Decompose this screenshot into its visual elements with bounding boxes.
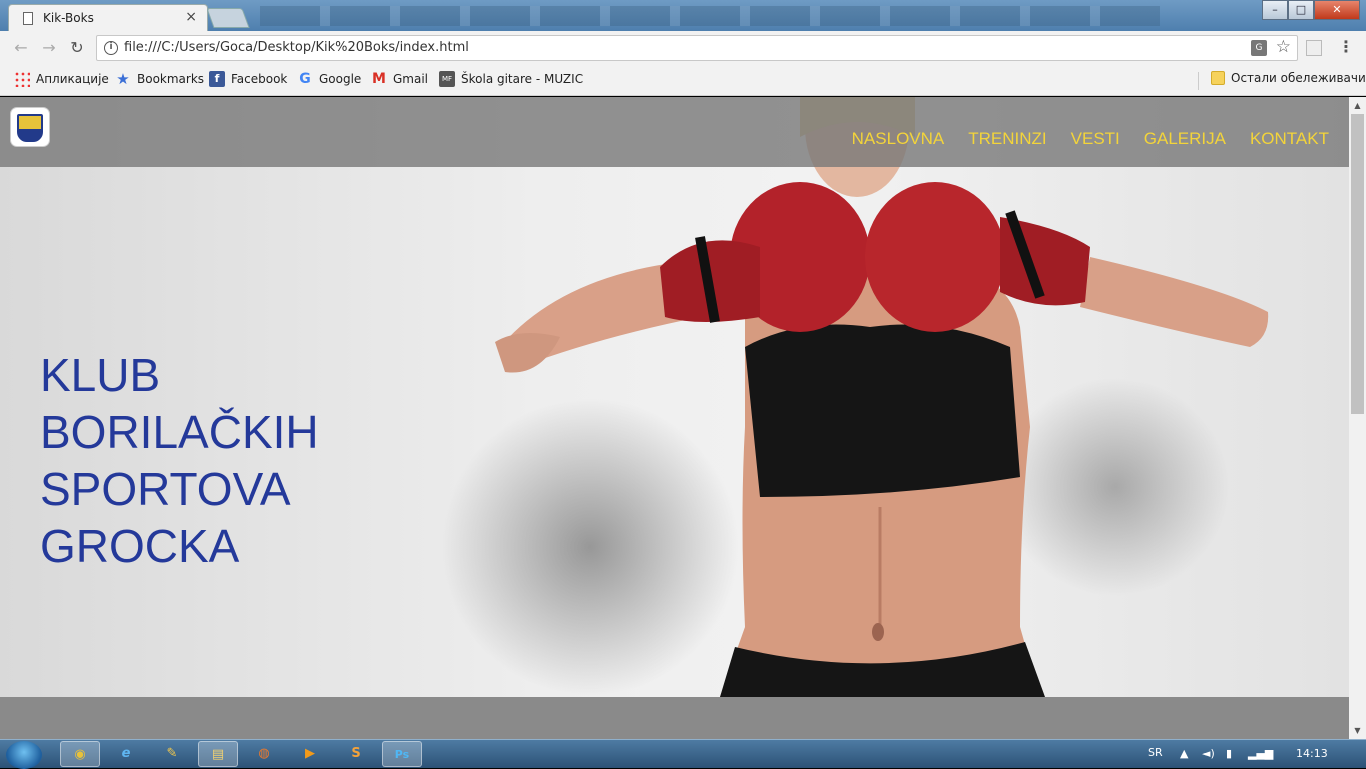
taskbar-ie-icon[interactable]: e: [106, 741, 146, 767]
bookmarks-bar: Апликације ★ Bookmarks f Facebook G Goog…: [0, 65, 1366, 96]
star-icon: ★: [116, 70, 130, 88]
web-page: NASLOVNA TRENINZI VESTI GALERIJA KONTAKT…: [0, 97, 1349, 739]
address-bar[interactable]: i file:///C:/Users/Goca/Desktop/Kik%20Bo…: [96, 35, 1298, 61]
new-tab-button[interactable]: [206, 8, 250, 28]
bookmark-label: Апликације: [36, 72, 109, 86]
taskbar-photoshop-icon[interactable]: Ps: [382, 741, 422, 767]
reload-button[interactable]: ↻: [66, 37, 88, 59]
close-tab-icon[interactable]: ×: [185, 9, 197, 25]
scroll-down-icon[interactable]: ▼: [1349, 722, 1366, 739]
forward-button[interactable]: →: [38, 37, 60, 59]
info-icon[interactable]: i: [104, 41, 118, 55]
google-icon: G: [299, 71, 311, 87]
site-navbar: NASLOVNA TRENINZI VESTI GALERIJA KONTAKT: [0, 97, 1349, 167]
nav-vesti[interactable]: VESTI: [1071, 129, 1120, 149]
taskbar-firefox-icon[interactable]: ◍: [244, 741, 284, 767]
bookmark-label: Facebook: [231, 72, 288, 86]
nav-naslovna[interactable]: NASLOVNA: [852, 129, 945, 149]
browser-toolbar: ← → ↻ i file:///C:/Users/Goca/Desktop/Ki…: [0, 31, 1366, 65]
extension-icon[interactable]: [1306, 40, 1322, 56]
nav-kontakt[interactable]: KONTAKT: [1250, 129, 1329, 149]
url-text[interactable]: file:///C:/Users/Goca/Desktop/Kik%20Boks…: [124, 40, 469, 55]
bookmark-label: Škola gitare - MUZIC: [461, 72, 584, 86]
network-icon[interactable]: ▂▄▆: [1248, 747, 1273, 760]
bookmark-skola-gitare[interactable]: MF Škola gitare - MUZIC: [439, 71, 583, 87]
document-icon: [23, 12, 33, 25]
page-scrollbar[interactable]: ▲ ▼: [1349, 97, 1366, 739]
tray-expand-icon[interactable]: ▲: [1180, 747, 1188, 760]
headline-line: BORILAČKIH: [40, 406, 319, 458]
headline-line: GROCKA: [40, 520, 240, 572]
back-button[interactable]: ←: [10, 37, 32, 59]
bookmark-label: Bookmarks: [137, 72, 205, 86]
bookmark-label: Google: [319, 72, 362, 86]
background-window-strip: [260, 6, 1160, 26]
taskbar-explorer-icon[interactable]: ▤: [198, 741, 238, 767]
facebook-icon: f: [209, 71, 225, 87]
folder-icon: [1211, 71, 1225, 85]
clock[interactable]: 14:13: [1296, 747, 1328, 760]
maximize-button[interactable]: □: [1288, 0, 1314, 20]
taskbar-chrome-icon[interactable]: ◉: [60, 741, 100, 767]
translate-icon[interactable]: G: [1251, 40, 1267, 56]
nav-treninzi[interactable]: TRENINZI: [968, 129, 1046, 149]
volume-icon[interactable]: ◄): [1202, 747, 1215, 760]
start-button[interactable]: [6, 741, 42, 769]
gmail-icon: M: [372, 71, 386, 87]
scroll-up-icon[interactable]: ▲: [1349, 97, 1366, 114]
language-indicator[interactable]: SR: [1148, 746, 1163, 759]
window-controls: – □ ✕: [1262, 0, 1360, 20]
tab-title: Kik-Boks: [43, 11, 94, 25]
bookmark-google[interactable]: G Google: [297, 71, 361, 87]
club-logo[interactable]: [10, 107, 50, 147]
headline-line: SPORTOVA: [40, 463, 291, 515]
bookmarks-separator: [1198, 72, 1199, 90]
taskbar-app-icon[interactable]: ✎: [152, 741, 192, 767]
browser-tab[interactable]: Kik-Boks ×: [8, 4, 208, 31]
other-bookmarks[interactable]: Остали обележивачи: [1211, 71, 1366, 85]
power-icon[interactable]: ▮: [1226, 747, 1232, 760]
close-window-button[interactable]: ✕: [1314, 0, 1360, 20]
bookmark-apps[interactable]: Апликације: [14, 71, 109, 87]
other-bookmarks-label: Остали обележивачи: [1231, 71, 1366, 85]
bookmark-label: Gmail: [393, 72, 429, 86]
shield-emblem-icon: [17, 114, 43, 142]
headline-line: KLUB: [40, 349, 161, 401]
chrome-menu-icon[interactable]: ⋮: [1338, 37, 1354, 56]
apps-icon: [14, 71, 30, 87]
bookmark-star-icon[interactable]: ☆: [1276, 37, 1291, 57]
section-divider: [0, 697, 1349, 739]
taskbar-media-player-icon[interactable]: ▶: [290, 741, 330, 767]
bookmark-gmail[interactable]: M Gmail: [371, 71, 428, 87]
windows-taskbar: ◉ e ✎ ▤ ◍ ▶ S Ps SR ▲ ◄) ▮ ▂▄▆ 14:13: [0, 739, 1366, 769]
title-bar: Kik-Boks × – □ ✕: [0, 0, 1366, 31]
nav-galerija[interactable]: GALERIJA: [1144, 129, 1226, 149]
scroll-thumb[interactable]: [1351, 114, 1364, 414]
hero-headline: KLUB BORILAČKIH SPORTOVA GROCKA: [40, 347, 319, 575]
minimize-button[interactable]: –: [1262, 0, 1288, 20]
taskbar-sublime-icon[interactable]: S: [336, 741, 376, 767]
bookmark-facebook[interactable]: f Facebook: [209, 71, 287, 87]
mf-icon: MF: [439, 71, 455, 87]
main-navigation: NASLOVNA TRENINZI VESTI GALERIJA KONTAKT: [852, 129, 1329, 149]
bookmark-bookmarks[interactable]: ★ Bookmarks: [115, 71, 204, 87]
